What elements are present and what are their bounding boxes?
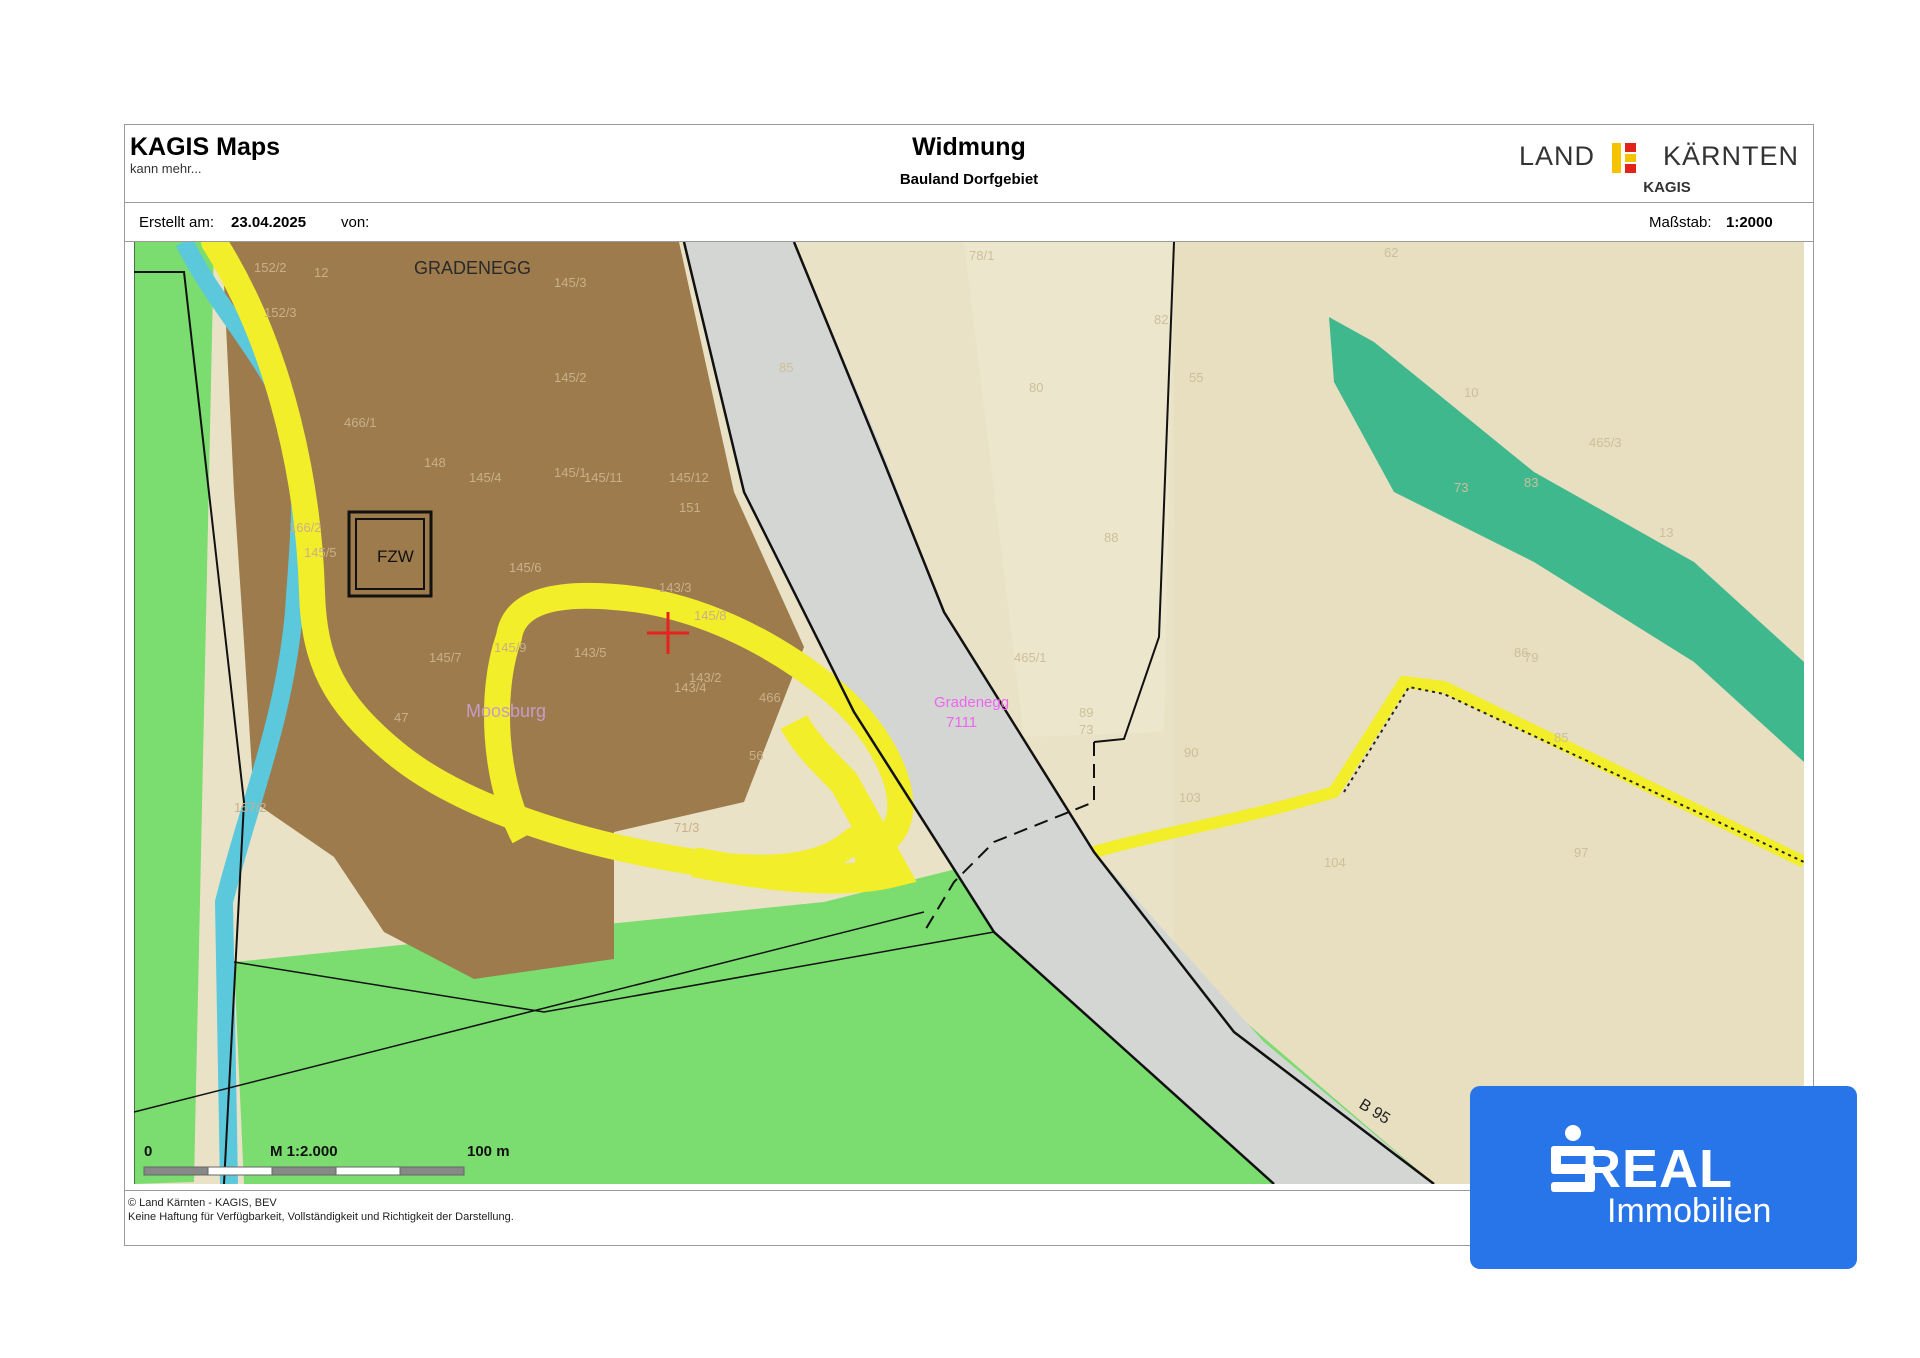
parcel-label: 47 [394,710,408,725]
parcel-label: 13 [1659,525,1673,540]
parcel-label: 145/1 [554,465,587,480]
logo-karnten-text: KÄRNTEN [1662,141,1799,171]
scalebar-start: 0 [144,1143,152,1160]
parcel-label: 157/2 [234,800,267,815]
parcel-label: 152/2 [254,260,287,275]
parcel-label: 466 [759,690,781,705]
parcel-label: 145/5 [304,545,337,560]
parcel-label: 62 [1384,245,1398,260]
parcel-label: 145/3 [554,275,587,290]
kaernten-flag-icon [1612,143,1636,173]
parcel-label: 466/1 [344,415,377,430]
parcel-label: 143/3 [659,580,692,595]
sreal-subtitle: Immobilien [1607,1192,1772,1230]
parcel-label: 85 [1554,730,1568,745]
parcel-label: 145/8 [694,608,727,623]
sreal-watermark: REAL Immobilien [1470,1086,1857,1269]
parcel-label: 148 [424,455,446,470]
map-canvas[interactable]: 152/2 12 152/3 145/3 145/2 145/1 466/1 148 145/4… [134,242,1804,1184]
scale-label: Maßstab: [1649,214,1712,231]
map-sheet: KAGIS Maps kann mehr... Widmung Bauland … [124,124,1814,1246]
sreal-name: REAL [1582,1139,1733,1199]
parcel-label: 145/11 [584,470,623,485]
scale-value: 1:2000 [1726,214,1773,231]
parcel-label: 145/6 [509,560,542,575]
parcel-label: 145/7 [429,650,462,665]
created-date: 23.04.2025 [231,214,307,231]
parcel-label: 73 [1079,722,1093,737]
parcel-label: 103 [1179,790,1201,805]
parcel-label: 71/3 [674,820,699,835]
parcel-label: 88 [1104,530,1118,545]
scalebar-middle: M 1:2.000 [270,1143,338,1160]
parcel-label: 55 [1189,370,1203,385]
place-label-moosburg: Moosburg [466,701,546,721]
scalebar-end: 100 m [467,1143,510,1160]
parcel-label: 12 [314,265,328,280]
parcel-label: 166/2 [289,520,322,535]
parcel-label: 89 [1079,705,1093,720]
sheet-header: KAGIS Maps kann mehr... Widmung Bauland … [125,125,1813,203]
parcel-label: 83 [1524,475,1538,490]
author-label: von: [341,214,370,231]
parcel-label: 10 [1464,385,1478,400]
logo-kagis-text: KAGIS [1643,179,1691,196]
parcel-label: 85 [779,360,793,375]
parcel-label: 80 [1029,380,1043,395]
parcel-label: 78/1 [969,248,994,263]
parcel-label: 79 [1524,650,1538,665]
parcel-label: 151 [679,500,701,515]
parcel-label: 56 [749,748,763,763]
meta-bar: Erstellt am: 23.04.2025 von: Maßstab: 1:… [125,203,1813,242]
parcel-label: 90 [1184,745,1198,760]
parcel-label: 73 [1454,480,1468,495]
parcel-label: 97 [1574,845,1588,860]
parcel-label: 104 [1324,855,1346,870]
logo-land-text: LAND [1519,141,1596,171]
parcel-label: 145/12 [669,470,709,485]
parcel-label: 145/9 [494,640,527,655]
parcel-label: 143/5 [574,645,607,660]
parcel-label: 145/4 [469,470,502,485]
parcel-label: 465/3 [1589,435,1622,450]
land-kaernten-logo: LAND KÄRNTEN KAGIS [1519,135,1799,196]
copyright-text: © Land Kärnten - KAGIS, BEV [128,1197,277,1209]
fzw-label: FZW [377,547,414,566]
parcel-label: 465/1 [1014,650,1047,665]
created-label: Erstellt am: [139,214,215,231]
place-label-gradenegg-kg: Gradenegg [934,694,1009,711]
place-label-gradenegg: GRADENEGG [414,258,531,278]
parcel-label: 152/3 [264,305,297,320]
disclaimer-text: Keine Haftung für Verfügbarkeit, Vollstä… [128,1211,514,1223]
place-label-kg-number: 7111 [946,714,977,731]
parcel-label: 143/4 [674,680,707,695]
parcel-label: 145/2 [554,370,587,385]
parcel-label: 82 [1154,312,1168,327]
